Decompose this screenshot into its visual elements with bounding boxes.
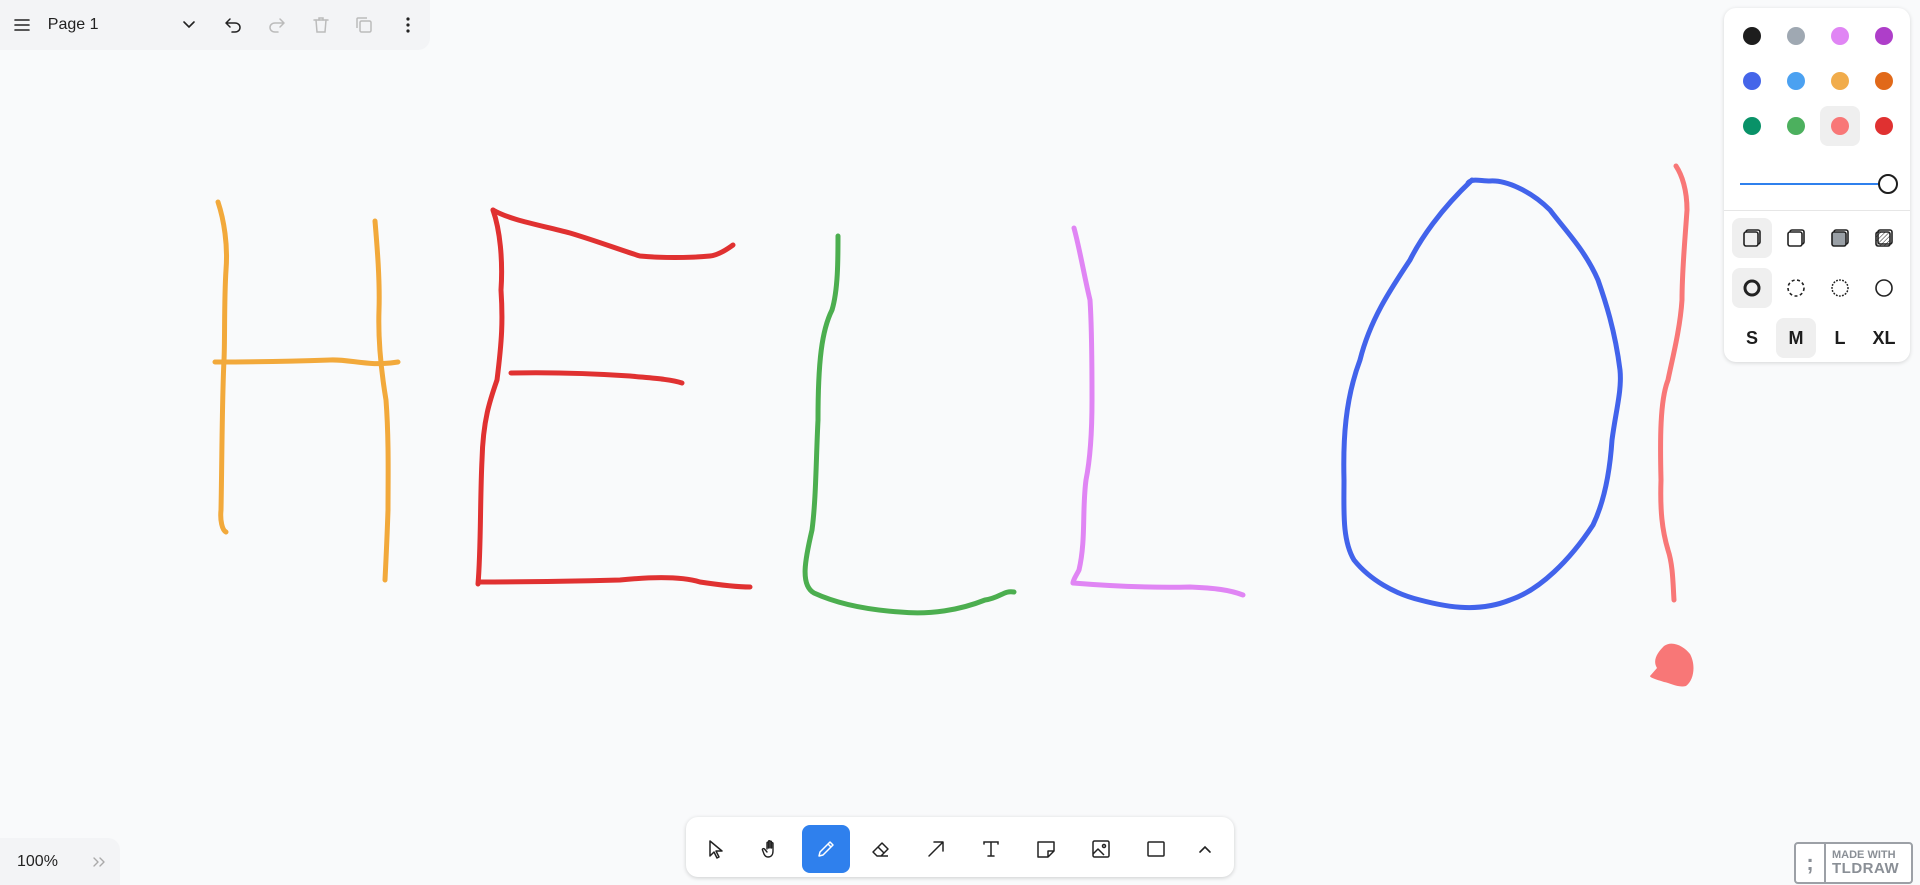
opacity-slider[interactable] <box>1740 174 1898 194</box>
color-swatch-light-violet[interactable] <box>1820 16 1860 56</box>
tldraw-logo-icon: ; <box>1796 844 1826 882</box>
stroke-exclamation[interactable] <box>1658 163 1690 603</box>
style-panel-divider <box>1724 210 1910 211</box>
page-name[interactable]: Page 1 <box>44 16 167 34</box>
eraser-icon[interactable] <box>857 825 905 873</box>
size-m-option[interactable]: M <box>1776 318 1816 358</box>
color-swatch-light-green[interactable] <box>1776 106 1816 146</box>
toggle-minimap-icon[interactable] <box>81 840 120 884</box>
color-swatch-grey[interactable] <box>1776 16 1816 56</box>
dash-draw-icon[interactable] <box>1732 268 1772 308</box>
chevron-up-icon[interactable] <box>1182 825 1228 873</box>
dash-dotted-icon[interactable] <box>1820 268 1860 308</box>
style-panel: S M L XL <box>1724 8 1910 362</box>
color-dot-blue <box>1743 72 1761 90</box>
fill-solid-icon[interactable] <box>1820 218 1860 258</box>
color-dot-green <box>1743 117 1761 135</box>
color-swatch-light-red[interactable] <box>1820 106 1860 146</box>
color-swatch-blue[interactable] <box>1732 61 1772 101</box>
stroke-letter-l-violet[interactable] <box>1070 225 1246 598</box>
trash-icon[interactable] <box>299 3 343 47</box>
arrow-icon[interactable] <box>912 825 960 873</box>
size-l-option[interactable]: L <box>1820 318 1860 358</box>
color-dot-red <box>1875 117 1893 135</box>
color-dot-light-violet <box>1831 27 1849 45</box>
color-dot-yellow <box>1831 72 1849 90</box>
main-menu-panel: Page 1 <box>0 0 430 50</box>
select-icon[interactable] <box>692 825 740 873</box>
dash-solid-icon[interactable] <box>1864 268 1904 308</box>
main-toolbar <box>686 817 1234 877</box>
draw-icon[interactable] <box>802 825 850 873</box>
stroke-letter-e[interactable] <box>475 207 753 590</box>
image-icon[interactable] <box>1077 825 1125 873</box>
chevron-down-icon[interactable] <box>167 3 211 47</box>
color-swatch-orange[interactable] <box>1864 61 1904 101</box>
redo-icon[interactable] <box>255 3 299 47</box>
color-dot-light-red <box>1831 117 1849 135</box>
color-dot-light-green <box>1787 117 1805 135</box>
color-dot-orange <box>1875 72 1893 90</box>
stroke-letter-h[interactable] <box>212 199 401 583</box>
stroke-letter-l-green[interactable] <box>802 233 1017 616</box>
rectangle-icon[interactable] <box>1132 825 1180 873</box>
size-s-option[interactable]: S <box>1732 318 1772 358</box>
duplicate-icon[interactable] <box>342 3 386 47</box>
hamburger-menu-icon[interactable] <box>0 3 44 47</box>
color-swatch-violet[interactable] <box>1864 16 1904 56</box>
fill-pattern-icon[interactable] <box>1864 218 1904 258</box>
zoom-level[interactable]: 100% <box>0 853 81 871</box>
dash-dashed-icon[interactable] <box>1776 268 1816 308</box>
more-vertical-icon[interactable] <box>386 3 430 47</box>
badge-line-2: TLDRAW <box>1832 860 1900 877</box>
note-icon[interactable] <box>1022 825 1070 873</box>
text-icon[interactable] <box>967 825 1015 873</box>
color-swatch-yellow[interactable] <box>1820 61 1860 101</box>
stroke-letter-o[interactable] <box>1341 177 1623 610</box>
color-dot-light-blue <box>1787 72 1805 90</box>
drawing-canvas[interactable] <box>0 0 1920 885</box>
stroke-exclamation-dot[interactable] <box>1650 643 1694 687</box>
hand-icon[interactable] <box>747 825 795 873</box>
color-swatch-black[interactable] <box>1732 16 1772 56</box>
fill-none-icon[interactable] <box>1732 218 1772 258</box>
badge-text: MADE WITH TLDRAW <box>1826 850 1900 877</box>
undo-icon[interactable] <box>211 3 255 47</box>
color-dot-grey <box>1787 27 1805 45</box>
color-swatch-light-blue[interactable] <box>1776 61 1816 101</box>
made-with-tldraw-badge[interactable]: ; MADE WITH TLDRAW <box>1794 842 1913 884</box>
color-dot-violet <box>1875 27 1893 45</box>
opacity-slider-track[interactable] <box>1740 183 1885 185</box>
size-xl-option[interactable]: XL <box>1864 318 1904 358</box>
zoom-panel: 100% <box>0 838 120 885</box>
color-dot-black <box>1743 27 1761 45</box>
color-swatch-red[interactable] <box>1864 106 1904 146</box>
fill-semi-icon[interactable] <box>1776 218 1816 258</box>
color-swatch-green[interactable] <box>1732 106 1772 146</box>
opacity-slider-thumb[interactable] <box>1878 174 1898 194</box>
